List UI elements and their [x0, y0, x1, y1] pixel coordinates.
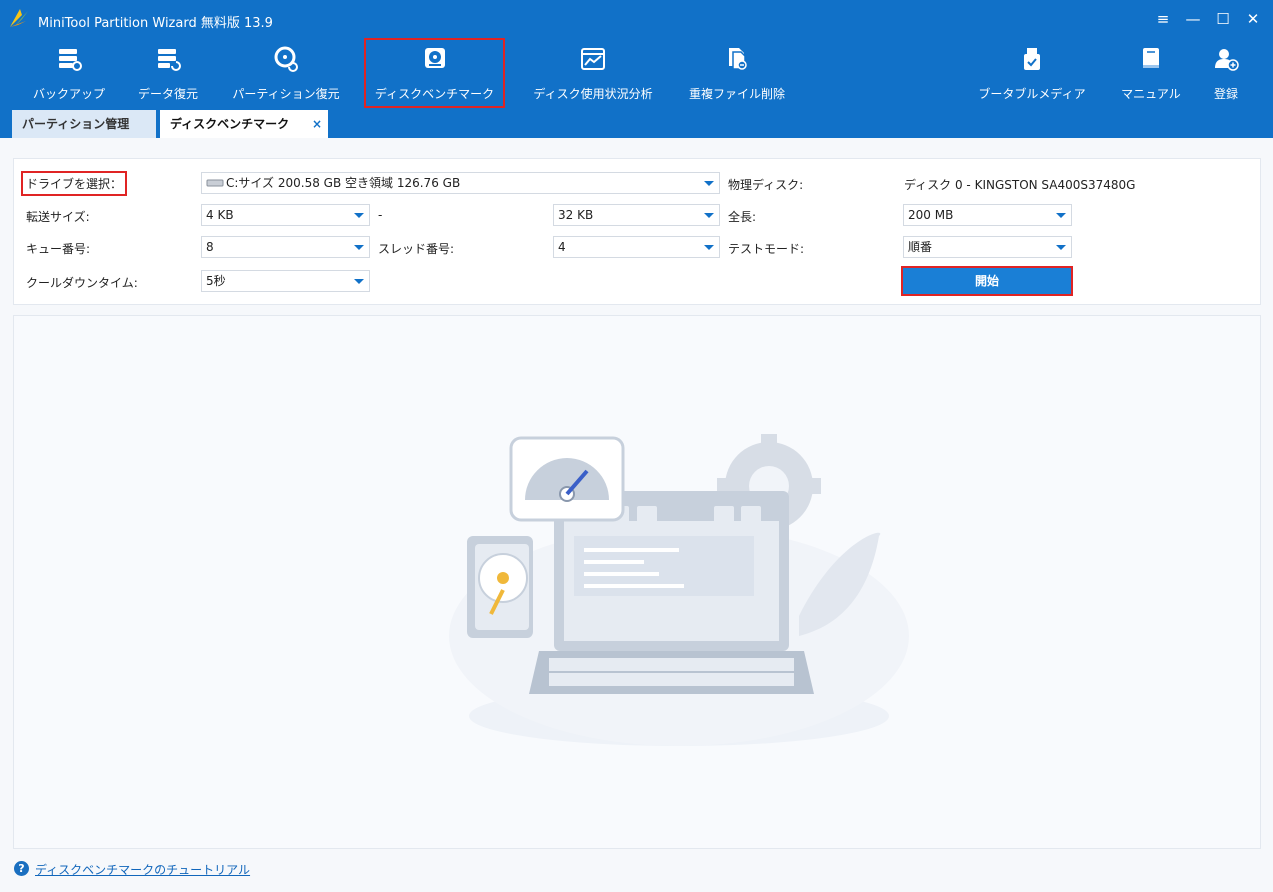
- tab-bar: パーティション管理 ディスクベンチマーク ×: [0, 108, 1273, 138]
- transfer-size-separator: -: [378, 208, 383, 222]
- bootable-media-icon: [1024, 48, 1040, 70]
- physical-disk-label: 物理ディスク:: [728, 178, 804, 192]
- partition-recovery-icon: [274, 46, 298, 72]
- chevron-down-icon: [354, 245, 364, 250]
- chevron-down-icon: [1056, 213, 1066, 218]
- help-icon[interactable]: ?: [14, 861, 29, 876]
- transfer-size-to-select[interactable]: 32 KB: [553, 204, 720, 226]
- title-bar: MiniTool Partition Wizard 無料版 13.9 ≡ — ☐…: [0, 0, 1273, 38]
- toolbar-bootable-media-label: ブータブルメディア: [978, 87, 1086, 101]
- queue-number-value: 8: [206, 240, 214, 254]
- toolbar-manual-label: マニュアル: [1121, 87, 1181, 101]
- toolbar-register-label: 登録: [1213, 87, 1238, 101]
- menu-icon[interactable]: ≡: [1152, 9, 1174, 29]
- toolbar-duplicate-file-label: 重複ファイル削除: [688, 87, 785, 101]
- toolbar-data-recovery-label: データ復元: [137, 87, 198, 101]
- maximize-button[interactable]: ☐: [1212, 9, 1234, 29]
- queue-number-select[interactable]: 8: [201, 236, 370, 258]
- data-recovery-icon: [158, 49, 181, 71]
- toolbar-disk-benchmark-label: ディスクベンチマーク: [374, 87, 495, 101]
- chevron-down-icon: [704, 245, 714, 250]
- duplicate-file-icon: [729, 48, 747, 70]
- total-length-value: 200 MB: [908, 208, 954, 222]
- tutorial-link[interactable]: ディスクベンチマークのチュートリアル: [35, 861, 250, 878]
- drive-select-label: ドライブを選択：: [20, 171, 128, 196]
- register-icon: [1215, 49, 1239, 71]
- toolbar-backup-label: バックアップ: [32, 87, 105, 101]
- toolbar-disk-benchmark-button[interactable]: ディスクベンチマーク: [364, 38, 505, 108]
- physical-disk-value: ディスク 0 - KINGSTON SA400S37480G: [904, 178, 1136, 192]
- toolbar-backup-button[interactable]: バックアップ: [24, 38, 114, 108]
- benchmark-settings-panel: ドライブを選択： C:サイズ 200.58 GB 空き領域 126.76 GB …: [13, 158, 1261, 305]
- drive-select-value: C:サイズ 200.58 GB 空き領域 126.76 GB: [226, 176, 461, 190]
- disk-benchmark-icon: [424, 48, 445, 68]
- thread-number-label: スレッド番号:: [378, 242, 455, 256]
- toolbar-partition-recovery-button[interactable]: パーティション復元: [222, 38, 350, 108]
- toolbar-data-recovery-button[interactable]: データ復元: [124, 38, 212, 108]
- chevron-down-icon: [704, 213, 714, 218]
- drive-select[interactable]: C:サイズ 200.58 GB 空き領域 126.76 GB: [201, 172, 720, 194]
- chevron-down-icon: [354, 279, 364, 284]
- toolbar-partition-recovery-label: パーティション復元: [232, 87, 340, 101]
- minimize-button[interactable]: —: [1182, 9, 1204, 29]
- test-mode-label: テストモード:: [728, 242, 805, 256]
- transfer-size-to-value: 32 KB: [558, 208, 594, 222]
- cooldown-time-label: クールダウンタイム:: [26, 276, 138, 290]
- transfer-size-from-value: 4 KB: [206, 208, 234, 222]
- start-button[interactable]: 開始: [901, 266, 1073, 296]
- manual-icon: [1143, 48, 1159, 68]
- speedometer-icon: [509, 436, 625, 522]
- chevron-down-icon: [354, 213, 364, 218]
- window-title: MiniTool Partition Wizard 無料版 13.9: [38, 16, 273, 31]
- test-mode-select[interactable]: 順番: [903, 236, 1072, 258]
- close-button[interactable]: ✕: [1242, 9, 1264, 29]
- drive-icon: [206, 179, 224, 187]
- toolbar-space-analyzer-label: ディスク使用状況分析: [533, 87, 653, 101]
- total-length-select[interactable]: 200 MB: [903, 204, 1072, 226]
- thread-number-select[interactable]: 4: [553, 236, 720, 258]
- total-length-label: 全長:: [728, 210, 757, 224]
- toolbar-bootable-media-button[interactable]: ブータブルメディア: [968, 38, 1096, 108]
- toolbar-space-analyzer-button[interactable]: ディスク使用状況分析: [522, 38, 664, 108]
- backup-icon: [59, 49, 82, 71]
- chevron-down-icon: [704, 181, 714, 186]
- transfer-size-from-select[interactable]: 4 KB: [201, 204, 370, 226]
- tab-close-icon[interactable]: ×: [312, 110, 322, 138]
- toolbar-duplicate-file-button[interactable]: 重複ファイル削除: [680, 38, 794, 108]
- queue-number-label: キュー番号:: [26, 242, 91, 256]
- tab-partition-management-label: パーティション管理: [22, 117, 130, 131]
- chevron-down-icon: [1056, 245, 1066, 250]
- benchmark-illustration: [449, 434, 909, 746]
- app-logo-icon: [10, 9, 28, 27]
- benchmark-results-area: [13, 315, 1261, 849]
- test-mode-value: 順番: [908, 240, 933, 254]
- thread-number-value: 4: [558, 240, 566, 254]
- cooldown-time-value: 5秒: [206, 274, 226, 288]
- tab-disk-benchmark[interactable]: ディスクベンチマーク ×: [160, 110, 328, 138]
- toolbar-manual-button[interactable]: マニュアル: [1110, 38, 1192, 108]
- transfer-size-label: 転送サイズ:: [26, 210, 90, 224]
- hard-drive-icon: [467, 536, 533, 638]
- cooldown-time-select[interactable]: 5秒: [201, 270, 370, 292]
- space-analyzer-icon: [581, 48, 605, 70]
- main-toolbar: バックアップ データ復元 パーティション復元 ディスクベンチマーク ディスク使用…: [0, 38, 1273, 108]
- tab-partition-management[interactable]: パーティション管理: [12, 110, 156, 138]
- tab-disk-benchmark-label: ディスクベンチマーク: [170, 117, 290, 131]
- toolbar-register-button[interactable]: 登録: [1200, 38, 1252, 108]
